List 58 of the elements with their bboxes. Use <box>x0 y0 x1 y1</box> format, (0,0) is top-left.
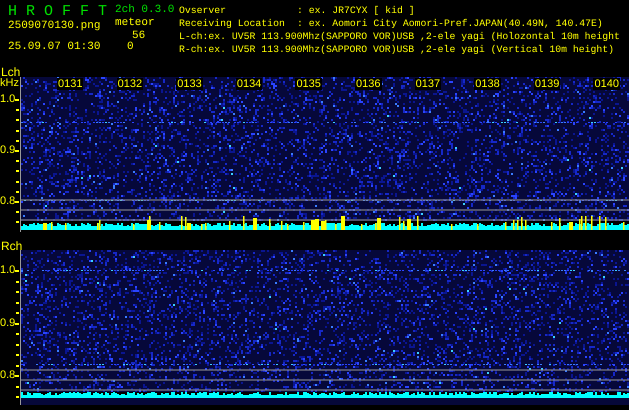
info-label: Receiving Location <box>179 17 286 30</box>
axis-tick <box>16 354 19 356</box>
axis-tick <box>14 270 19 272</box>
axis-label: 0.8 <box>0 370 16 381</box>
channel-label: Rch <box>1 240 22 252</box>
time-label: 0136 <box>355 78 382 90</box>
meteor-label: meteor <box>115 17 155 30</box>
axis-label: 0.8 <box>0 196 16 207</box>
axis-label: 1.0 <box>0 265 16 276</box>
channel-label: Lch <box>1 66 20 78</box>
meteor-count: 56 <box>132 30 146 42</box>
channel-info: L-ch:ex. UV5R 113.900Mhz(SAPPORO VOR)USB ,2-ele yagi (Holozontal 10m height <box>179 30 620 43</box>
axis-tick <box>14 201 19 203</box>
axis-tick <box>16 119 19 122</box>
unit-label: kHz <box>0 78 19 89</box>
info-label: Ovserver <box>179 4 228 17</box>
time-label: 0139 <box>534 78 560 90</box>
axis-tick <box>16 180 19 183</box>
axis-label: 1.0 <box>0 94 16 105</box>
axis-tick <box>16 160 19 162</box>
axis-tick <box>16 333 19 335</box>
axis-tick <box>16 386 19 388</box>
axis-tick <box>14 375 19 377</box>
time-label: 0134 <box>236 78 262 90</box>
axis-tick <box>16 221 19 224</box>
axis-tick <box>16 280 19 282</box>
channel-info: R-ch:ex. UV5R 113.900Mhz(SAPPORO VOR)USB ,2-ele yagi (Vertical 10m height) <box>179 43 616 56</box>
axis-tick <box>14 150 19 152</box>
time-label: 0132 <box>116 78 144 90</box>
time-label: 0133 <box>176 78 203 90</box>
axis-tick <box>16 109 19 112</box>
info-value: : ex. JR7CYX [ kid ] <box>297 4 415 17</box>
meteor-count: 0 <box>126 42 134 53</box>
axis-tick <box>16 396 19 398</box>
axis-tick <box>16 302 19 304</box>
axis-tick <box>16 140 19 142</box>
time-label: 0135 <box>295 78 322 90</box>
time-label: 0131 <box>57 78 84 90</box>
version-label: 2ch 0.3.0 <box>115 4 174 17</box>
axis-tick <box>16 344 19 346</box>
axis-tick <box>14 322 19 324</box>
axis-tick <box>14 99 19 101</box>
axis-tick <box>16 364 19 366</box>
axis-tick <box>16 291 19 293</box>
date-time: 25.09.07 01:30 <box>8 41 102 54</box>
time-label: 0137 <box>414 78 442 90</box>
axis-tick <box>16 312 19 314</box>
axis-label: 0.9 <box>0 145 16 156</box>
app-title: H R O F F T <box>8 3 108 20</box>
axis-tick <box>16 211 19 214</box>
axis-tick <box>16 130 19 132</box>
time-label: 0138 <box>474 78 501 90</box>
axis-tick <box>16 190 19 193</box>
time-label: 0140 <box>593 78 620 90</box>
file-name: 2509070130.png <box>8 20 102 33</box>
axis-label: 0.9 <box>0 318 16 328</box>
info-value: : ex. Aomori City Aomori-Pref.JAPAN(40.49N, 140.47E) <box>297 17 603 30</box>
axis-tick <box>16 170 19 172</box>
